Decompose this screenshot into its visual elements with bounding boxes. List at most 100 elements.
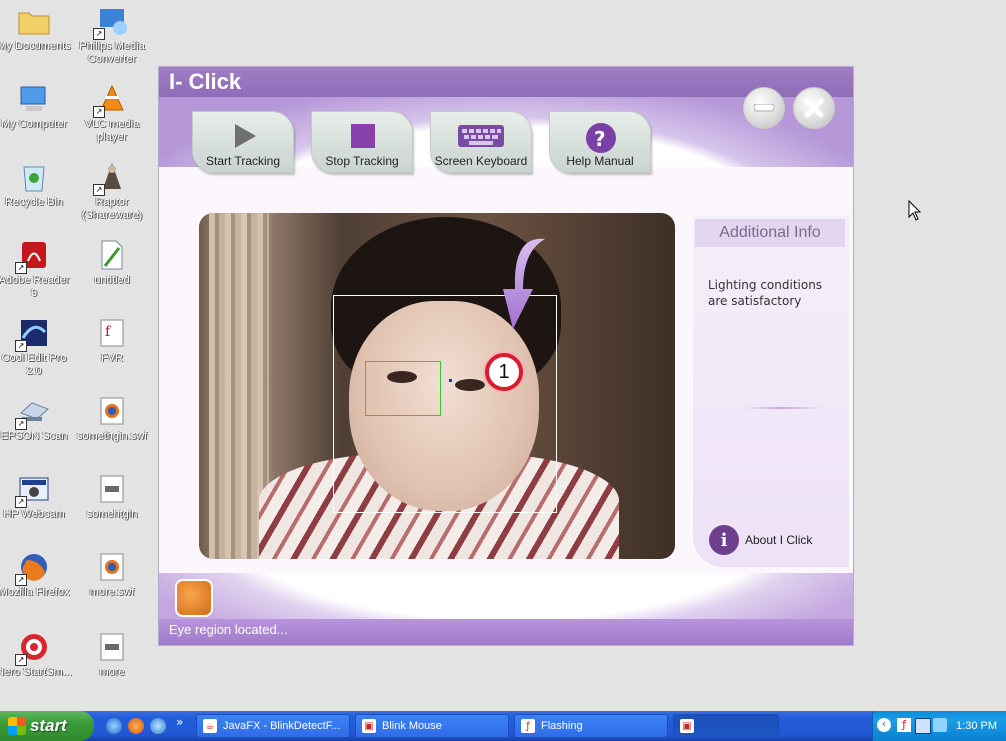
lighting-status-text: Lighting conditions are satisfactory (708, 278, 823, 308)
window-title: I- Click (169, 69, 242, 94)
desktop-icon-label: Cool Edit Pro 2.0 (1, 352, 67, 377)
desktop-icon-label: more (99, 666, 125, 678)
taskbar-window-javafx[interactable]: ☕ JavaFX - BlinkDetectF... (196, 714, 350, 738)
java-icon: ☕ (203, 719, 217, 733)
stop-tracking-button[interactable]: Stop Tracking (311, 111, 413, 173)
help-icon: ? (586, 123, 616, 153)
play-icon (235, 124, 256, 148)
mouse-cursor-icon (908, 200, 922, 221)
desktop-icon-label: VLC media player (84, 118, 140, 143)
desktop-icon-label: more.swf (89, 586, 135, 598)
browser-quicklaunch-icon[interactable] (150, 718, 166, 734)
cool-edit-icon: ↗ (15, 316, 51, 352)
desktop-icon-nero[interactable]: ↗ Nero StartSm... (0, 630, 72, 679)
eye-center-dot (449, 379, 452, 382)
network-tray-icon[interactable] (915, 718, 931, 734)
desktop-icon-label: somethgin.swf (76, 430, 148, 442)
tray-expand-icon[interactable]: ‹ (877, 718, 891, 732)
webcam-feed: 1 (199, 213, 675, 559)
desktop-icon-label: Mozilla Firefox (0, 586, 70, 598)
start-button[interactable]: start (0, 711, 94, 741)
desktop-icon-somethgin-swf[interactable]: somethgin.swf (74, 394, 150, 443)
desktop-icon-vlc[interactable]: ↗ VLC media player (74, 82, 150, 144)
raptor-icon: ↗ (93, 160, 129, 196)
about-iclick-link[interactable]: i About I Click (709, 525, 812, 555)
scanner-icon: ↗ (15, 394, 51, 430)
taskbar-window-flashing[interactable]: ƒ Flashing (514, 714, 668, 738)
status-text: Eye region located... (169, 622, 288, 637)
flash-icon: ƒ (521, 719, 535, 733)
about-iclick-label: About I Click (745, 533, 813, 547)
additional-info-title: Additional Info (695, 219, 845, 247)
desktop-icon-my-documents[interactable]: My Documents (0, 4, 72, 53)
firefox-icon: ↗ (15, 550, 51, 586)
desktop-icon-label: My Documents (0, 40, 71, 52)
app-logo-icon (175, 579, 213, 617)
desktop-icon-label: HP Webcam (3, 508, 65, 520)
keyboard-icon (458, 125, 504, 147)
minus-icon (754, 104, 774, 112)
flash-tray-icon[interactable]: ƒ (897, 718, 911, 732)
desktop-icon-label: FVR (101, 352, 123, 364)
desktop-icon-label: Raptor (Shareware) (81, 196, 143, 221)
nero-icon: ↗ (15, 630, 51, 666)
desktop-icon-label: Nero StartSm... (0, 666, 72, 678)
start-tracking-button[interactable]: Start Tracking (192, 111, 294, 173)
firefox-file-icon (95, 550, 129, 584)
desktop-icon-adobe-reader[interactable]: ↗ Adobe Reader 9 (0, 238, 72, 300)
start-label: start (30, 716, 67, 735)
app-icon: ▣ (680, 719, 694, 733)
taskbar-window-blink-mouse[interactable]: ▣ Blink Mouse (355, 714, 509, 738)
iclick-window: I- Click Start Tracking Stop Tracking Sc… (158, 66, 854, 646)
info-divider (743, 407, 823, 409)
desktop-icon-label: Philips Media Converter (79, 40, 145, 65)
desktop-icon-untitled[interactable]: untitled (74, 238, 150, 287)
desktop-icon-my-computer[interactable]: My Computer (0, 82, 72, 131)
clock[interactable]: 1:30 PM (956, 711, 997, 741)
close-button[interactable] (793, 87, 835, 129)
close-icon (804, 98, 824, 118)
desktop-icon-epson-scan[interactable]: ↗ EPSON Scan (0, 394, 72, 443)
recycle-bin-icon (17, 160, 51, 194)
desktop-icon-hp-webcam[interactable]: ↗ HP Webcam (0, 472, 72, 521)
stop-icon (351, 124, 375, 148)
desktop-icon-more[interactable]: more (74, 630, 150, 679)
vlc-cone-icon: ↗ (93, 82, 129, 118)
media-converter-icon: ↗ (93, 4, 129, 40)
desktop-icon-label: untitled (94, 274, 130, 286)
desktop-icon-label: EPSON Scan (0, 430, 68, 442)
taskbar: start » ☕ JavaFX - BlinkDetectF... ▣ Bli… (0, 711, 1006, 741)
pointer-arrow-icon (503, 238, 545, 329)
screen-keyboard-label: Screen Keyboard (434, 154, 528, 168)
quicklaunch-expand-icon[interactable]: » (176, 715, 183, 729)
adobe-reader-icon: ↗ (15, 238, 51, 274)
desktop-icon-philips[interactable]: ↗ Philips Media Converter (74, 4, 150, 66)
desktop-icon-cool-edit[interactable]: ↗ Cool Edit Pro 2.0 (0, 316, 72, 378)
help-manual-label: Help Manual (566, 154, 634, 168)
svg-text:?: ? (594, 127, 606, 151)
eye-detection-box (365, 361, 441, 416)
html-file-icon (95, 472, 129, 506)
desktop-icon-fvr[interactable]: f FVR (74, 316, 150, 365)
desktop-icon-somehtgin[interactable]: somehtgin (74, 472, 150, 521)
firefox-quicklaunch-icon[interactable] (128, 718, 144, 734)
desktop-icon-firefox[interactable]: ↗ Mozilla Firefox (0, 550, 72, 599)
windows-logo-icon (8, 717, 26, 735)
taskbar-window-label: Blink Mouse (382, 720, 442, 732)
computer-icon (17, 82, 51, 116)
desktop-icon-recycle-bin[interactable]: Recycle Bin (0, 160, 72, 209)
help-manual-button[interactable]: ? Help Manual (549, 111, 651, 173)
ie-quicklaunch-icon[interactable] (106, 718, 122, 734)
taskbar-window-active[interactable]: ▣ (673, 714, 779, 738)
desktop-icon-raptor[interactable]: ↗ Raptor (Shareware) (74, 160, 150, 222)
stop-tracking-label: Stop Tracking (325, 154, 399, 168)
minimize-button[interactable] (743, 87, 785, 129)
taskbar-window-label: Flashing (541, 720, 583, 732)
additional-info-panel: Additional Info Lighting conditions are … (693, 215, 849, 567)
volume-tray-icon[interactable] (933, 718, 947, 732)
desktop-icon-more-swf[interactable]: more.swf (74, 550, 150, 599)
blink-marker: 1 (485, 353, 523, 391)
screen-keyboard-button[interactable]: Screen Keyboard (430, 111, 532, 173)
fvr-icon: f (95, 316, 129, 350)
app-icon: ▣ (362, 719, 376, 733)
